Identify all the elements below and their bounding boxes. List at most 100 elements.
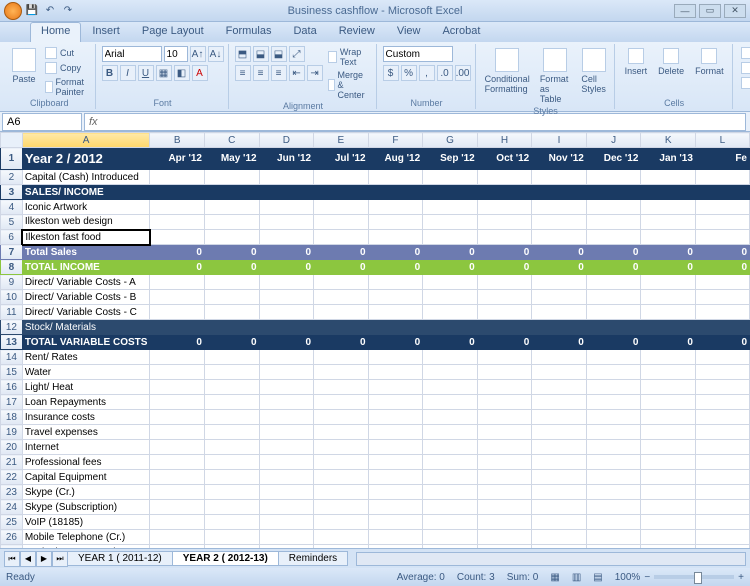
- cell[interactable]: [314, 215, 368, 230]
- cell[interactable]: [423, 470, 478, 485]
- row-header[interactable]: 20: [1, 440, 23, 455]
- cell[interactable]: Jun '12: [259, 148, 314, 170]
- cell[interactable]: [695, 455, 749, 470]
- cell[interactable]: [368, 170, 423, 185]
- cell[interactable]: Jul '12: [314, 148, 368, 170]
- cell[interactable]: [641, 500, 696, 515]
- cell[interactable]: [423, 320, 478, 335]
- cell[interactable]: [314, 185, 368, 200]
- cell[interactable]: [368, 320, 423, 335]
- cell[interactable]: [477, 380, 532, 395]
- cell[interactable]: [641, 275, 696, 290]
- cell[interactable]: [586, 230, 641, 245]
- underline-button[interactable]: U: [138, 65, 154, 81]
- indent-dec[interactable]: ⇤: [289, 65, 305, 81]
- cell[interactable]: Skype (Cr.): [22, 485, 150, 500]
- tab-data[interactable]: Data: [282, 22, 327, 42]
- sheet-tab[interactable]: YEAR 2 ( 2012-13): [172, 551, 279, 566]
- cell[interactable]: [314, 455, 368, 470]
- row-header[interactable]: 5: [1, 215, 23, 230]
- col-header-A[interactable]: A: [22, 133, 150, 148]
- row-header[interactable]: 15: [1, 365, 23, 380]
- cell[interactable]: [423, 515, 478, 530]
- cell[interactable]: [641, 290, 696, 305]
- cell[interactable]: [368, 305, 423, 320]
- cell[interactable]: [259, 305, 314, 320]
- cell[interactable]: Total Sales: [22, 245, 150, 260]
- cell[interactable]: [368, 515, 423, 530]
- row-header[interactable]: 1: [1, 148, 23, 170]
- align-left[interactable]: ≡: [235, 65, 251, 81]
- cell[interactable]: 0: [423, 335, 478, 350]
- orientation[interactable]: ⤢: [289, 46, 305, 62]
- row-header[interactable]: 16: [1, 380, 23, 395]
- cell[interactable]: 0: [641, 335, 696, 350]
- cell[interactable]: [314, 200, 368, 215]
- row-header[interactable]: 21: [1, 455, 23, 470]
- cell[interactable]: [314, 230, 368, 245]
- zoom-in[interactable]: +: [738, 572, 744, 583]
- cell[interactable]: [314, 530, 368, 545]
- cell[interactable]: [641, 320, 696, 335]
- cell[interactable]: [695, 365, 749, 380]
- cell[interactable]: [368, 485, 423, 500]
- cell[interactable]: [695, 395, 749, 410]
- cell[interactable]: [368, 365, 423, 380]
- indent-inc[interactable]: ⇥: [307, 65, 323, 81]
- cell[interactable]: [586, 170, 641, 185]
- cell[interactable]: [368, 380, 423, 395]
- col-header-C[interactable]: C: [204, 133, 259, 148]
- cell[interactable]: [532, 425, 587, 440]
- cell[interactable]: [259, 350, 314, 365]
- cell[interactable]: [532, 530, 587, 545]
- cell[interactable]: [314, 380, 368, 395]
- cell[interactable]: [259, 530, 314, 545]
- tab-formulas[interactable]: Formulas: [215, 22, 283, 42]
- cell[interactable]: [586, 185, 641, 200]
- cell[interactable]: [532, 440, 587, 455]
- row-header[interactable]: 22: [1, 470, 23, 485]
- cell[interactable]: [314, 305, 368, 320]
- cell[interactable]: 0: [204, 245, 259, 260]
- number-format-select[interactable]: [383, 46, 453, 62]
- cell[interactable]: [204, 275, 259, 290]
- cell[interactable]: 0: [586, 260, 641, 275]
- align-right[interactable]: ≡: [271, 65, 287, 81]
- cell[interactable]: [204, 365, 259, 380]
- cell[interactable]: [204, 170, 259, 185]
- cell[interactable]: [368, 185, 423, 200]
- cell[interactable]: [259, 395, 314, 410]
- cell[interactable]: [259, 455, 314, 470]
- cell[interactable]: [314, 275, 368, 290]
- col-header-I[interactable]: I: [532, 133, 587, 148]
- sheet-tab[interactable]: Reminders: [278, 551, 348, 566]
- cell[interactable]: 0: [641, 260, 696, 275]
- cell[interactable]: [586, 275, 641, 290]
- cell[interactable]: [368, 410, 423, 425]
- cell[interactable]: [259, 380, 314, 395]
- cell[interactable]: 0: [532, 260, 587, 275]
- row-header[interactable]: 4: [1, 200, 23, 215]
- zoom-control[interactable]: 100% − +: [615, 572, 744, 583]
- cell[interactable]: [150, 290, 205, 305]
- cell[interactable]: [204, 545, 259, 549]
- cell[interactable]: [532, 485, 587, 500]
- maximize-button[interactable]: ▭: [699, 4, 721, 18]
- cell[interactable]: Direct/ Variable Costs - C: [22, 305, 150, 320]
- row-header[interactable]: 13: [1, 335, 23, 350]
- cell[interactable]: [695, 470, 749, 485]
- cell[interactable]: [477, 320, 532, 335]
- undo-icon[interactable]: ↶: [42, 3, 58, 19]
- cell[interactable]: Capital Equipment: [22, 470, 150, 485]
- cell[interactable]: [259, 230, 314, 245]
- tab-nav-prev[interactable]: ◀: [20, 551, 36, 567]
- italic-button[interactable]: I: [120, 65, 136, 81]
- cell[interactable]: [314, 470, 368, 485]
- zoom-slider[interactable]: [654, 575, 734, 579]
- cell[interactable]: [532, 185, 587, 200]
- cell[interactable]: Direct/ Variable Costs - B: [22, 290, 150, 305]
- cell[interactable]: [314, 350, 368, 365]
- cell[interactable]: [586, 425, 641, 440]
- autosum-button[interactable]: AutoSum: [739, 46, 750, 60]
- cell[interactable]: 0: [204, 335, 259, 350]
